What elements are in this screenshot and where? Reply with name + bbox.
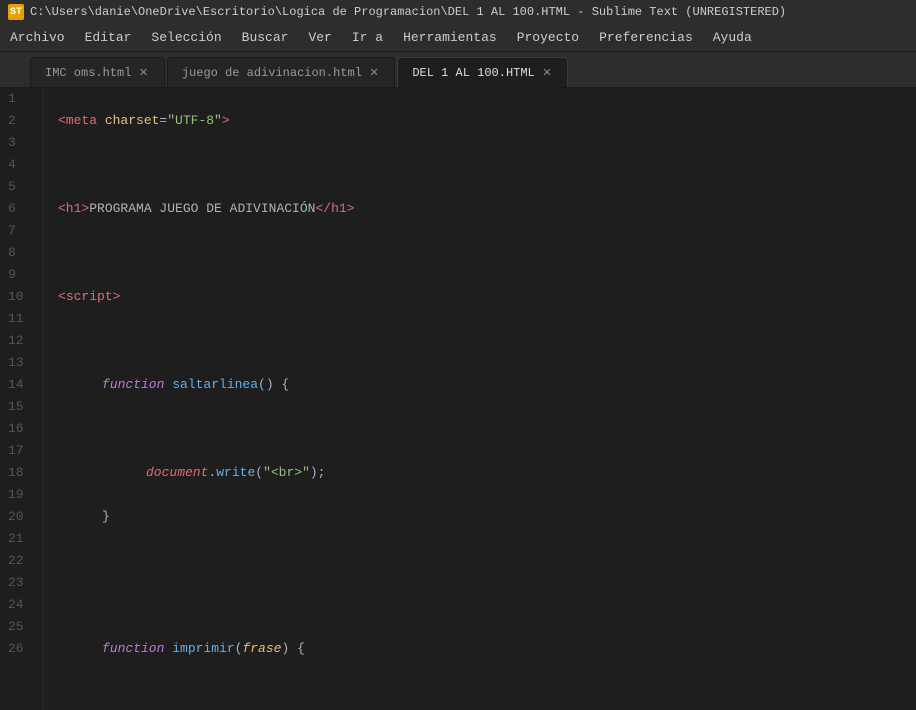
tab-adivinacion-label: juego de adivinacion.html — [182, 66, 362, 80]
code-line-13: function imprimir(frase) { — [58, 638, 916, 660]
menu-ira[interactable]: Ir a — [342, 24, 393, 51]
code-line-1: <meta charset="UTF-8"> — [58, 110, 916, 132]
tab-adivinacion-close[interactable]: ✕ — [368, 66, 380, 80]
code-line-2 — [58, 154, 916, 176]
code-line-14 — [58, 682, 916, 704]
menu-preferencias[interactable]: Preferencias — [589, 24, 703, 51]
code-line-8 — [58, 418, 916, 440]
line-numbers: 1 2 3 4 5 6 7 8 9 10 11 12 13 14 15 16 1… — [0, 88, 44, 710]
code-line-6 — [58, 330, 916, 352]
code-area[interactable]: <meta charset="UTF-8"> <h1>PROGRAMA JUEG… — [44, 88, 916, 710]
menu-herramientas[interactable]: Herramientas — [393, 24, 507, 51]
tab-del1al100-label: DEL 1 AL 100.HTML — [412, 66, 534, 80]
menubar: Archivo Editar Selección Buscar Ver Ir a… — [0, 24, 916, 52]
titlebar-text: C:\Users\danie\OneDrive\Escritorio\Logic… — [30, 5, 786, 19]
code-line-4 — [58, 242, 916, 264]
tab-del1al100[interactable]: DEL 1 AL 100.HTML ✕ — [397, 57, 568, 87]
editor: 1 2 3 4 5 6 7 8 9 10 11 12 13 14 15 16 1… — [0, 88, 916, 710]
code-line-12 — [58, 594, 916, 616]
code-line-7: function saltarlinea() { — [58, 374, 916, 396]
tab-adivinacion[interactable]: juego de adivinacion.html ✕ — [167, 57, 395, 87]
code-line-11 — [58, 550, 916, 572]
code-line-3: <h1>PROGRAMA JUEGO DE ADIVINACIÓN</h1> — [58, 198, 916, 220]
tab-del1al100-close[interactable]: ✕ — [541, 66, 553, 80]
tab-imc-label: IMC oms.html — [45, 66, 131, 80]
menu-ayuda[interactable]: Ayuda — [703, 24, 762, 51]
menu-seleccion[interactable]: Selección — [141, 24, 231, 51]
menu-proyecto[interactable]: Proyecto — [507, 24, 589, 51]
tabbar: IMC oms.html ✕ juego de adivinacion.html… — [0, 52, 916, 88]
menu-buscar[interactable]: Buscar — [232, 24, 299, 51]
tab-imc[interactable]: IMC oms.html ✕ — [30, 57, 165, 87]
app-icon: ST — [8, 4, 24, 20]
tab-imc-close[interactable]: ✕ — [137, 66, 149, 80]
menu-editar[interactable]: Editar — [75, 24, 142, 51]
code-line-10: } — [58, 506, 916, 528]
code-line-9: document.write("<br>"); — [58, 462, 916, 484]
titlebar: ST C:\Users\danie\OneDrive\Escritorio\Lo… — [0, 0, 916, 24]
code-line-5: <script> — [58, 286, 916, 308]
menu-ver[interactable]: Ver — [298, 24, 341, 51]
menu-archivo[interactable]: Archivo — [0, 24, 75, 51]
